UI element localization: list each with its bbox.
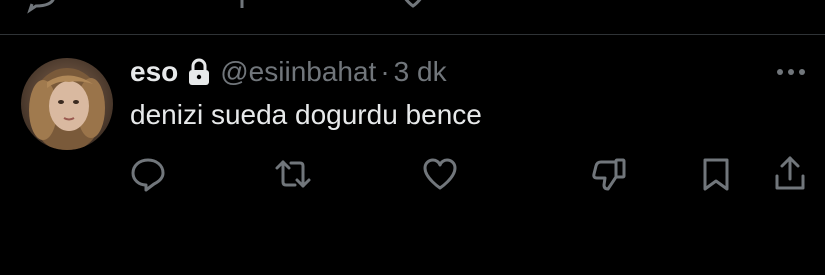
tweet-text: denizi sueda dogurdu bence (130, 99, 482, 130)
avatar[interactable] (21, 58, 113, 150)
separator-dot: · (380, 56, 390, 87)
thumbs-down-icon[interactable] (589, 154, 629, 194)
display-name[interactable]: eso (130, 56, 178, 88)
reply-icon[interactable] (22, 0, 62, 14)
bookmark-icon[interactable] (696, 154, 736, 194)
lock-icon (187, 58, 211, 86)
retweet-icon[interactable] (273, 154, 313, 194)
heart-icon[interactable] (393, 0, 433, 14)
previous-tweet-action-bar (0, 0, 825, 14)
user-handle[interactable]: @esiinbahat (220, 56, 376, 88)
bookmark-icon[interactable] (578, 0, 618, 14)
tweet[interactable]: eso @esiinbahat · 3 dk denizi sueda dogu… (0, 35, 825, 275)
reply-icon[interactable] (128, 154, 168, 194)
timestamp[interactable]: 3 dk (394, 56, 447, 88)
heart-icon[interactable] (420, 154, 460, 194)
share-icon[interactable] (770, 154, 810, 194)
share-icon[interactable] (762, 0, 802, 14)
retweet-icon[interactable] (210, 0, 250, 14)
tweet-header: eso @esiinbahat · 3 dk (130, 55, 447, 89)
more-horizontal-icon[interactable] (772, 61, 810, 83)
